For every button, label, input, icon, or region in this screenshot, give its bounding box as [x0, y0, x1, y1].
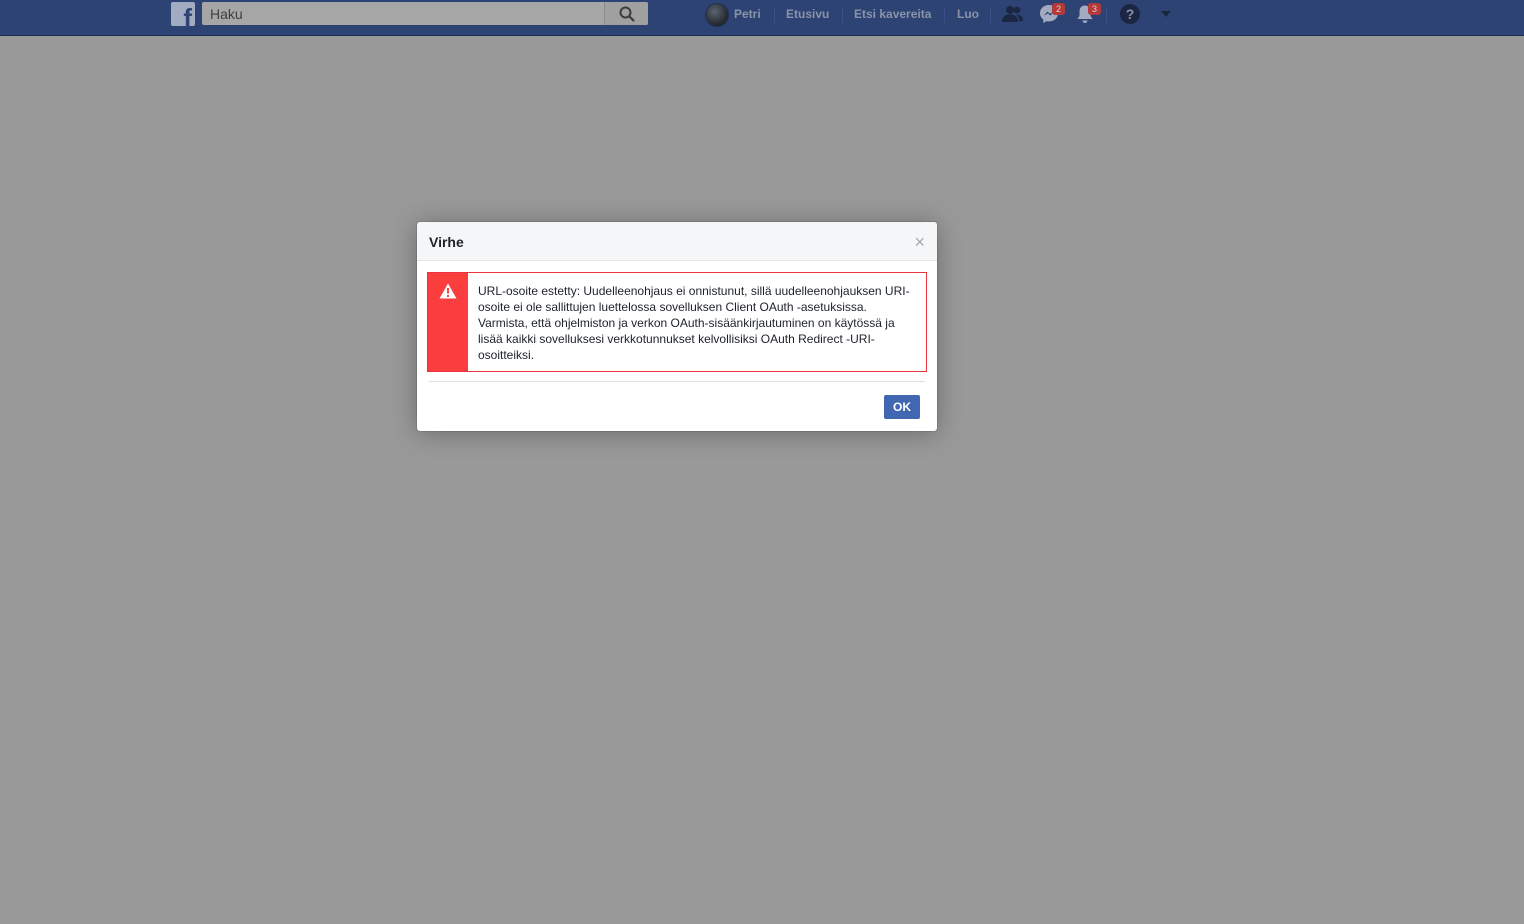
search-input[interactable] — [202, 2, 602, 25]
home-link[interactable]: Etusivu — [786, 7, 829, 21]
friend-requests-icon — [1002, 6, 1023, 22]
top-navigation-bar: f Petri Etusivu Etsi kavereita Luo 2 — [0, 0, 1524, 36]
error-message-box: URL-osoite estetty: Uudelleenohjaus ei o… — [427, 272, 927, 372]
find-friends-link[interactable]: Etsi kavereita — [854, 7, 931, 21]
notifications-button[interactable]: 3 — [1073, 3, 1101, 25]
error-dialog: Virhe × URL-osoite estetty: Uudelleenohj… — [417, 222, 937, 431]
facebook-logo-icon[interactable]: f — [171, 2, 195, 26]
notifications-badge: 3 — [1088, 3, 1101, 15]
help-button[interactable]: ? — [1118, 3, 1142, 25]
nav-divider — [1106, 7, 1107, 23]
account-menu-button[interactable] — [1154, 3, 1178, 25]
friend-requests-button[interactable] — [1001, 3, 1025, 25]
dialog-title: Virhe — [429, 234, 464, 250]
search-button[interactable] — [604, 2, 648, 25]
dialog-header: Virhe × — [417, 222, 937, 261]
facebook-logo-letter: f — [183, 3, 192, 26]
avatar[interactable] — [705, 3, 729, 27]
profile-link[interactable]: Petri — [734, 7, 761, 21]
create-link[interactable]: Luo — [957, 7, 979, 21]
messenger-badge: 2 — [1052, 3, 1065, 15]
search-icon — [619, 6, 635, 22]
close-icon[interactable]: × — [914, 233, 925, 251]
messenger-button[interactable]: 2 — [1037, 3, 1065, 25]
search-bar — [202, 2, 648, 25]
error-message-text: URL-osoite estetty: Uudelleenohjaus ei o… — [478, 284, 910, 362]
help-glyph: ? — [1125, 6, 1135, 22]
error-strip — [428, 273, 468, 371]
chevron-down-icon — [1161, 11, 1171, 17]
help-icon: ? — [1120, 4, 1140, 24]
nav-divider — [774, 7, 775, 23]
dialog-divider — [429, 381, 925, 382]
warning-icon — [439, 283, 457, 299]
nav-divider — [990, 7, 991, 23]
nav-divider — [944, 7, 945, 23]
nav-divider — [842, 7, 843, 23]
ok-button[interactable]: OK — [884, 395, 920, 419]
